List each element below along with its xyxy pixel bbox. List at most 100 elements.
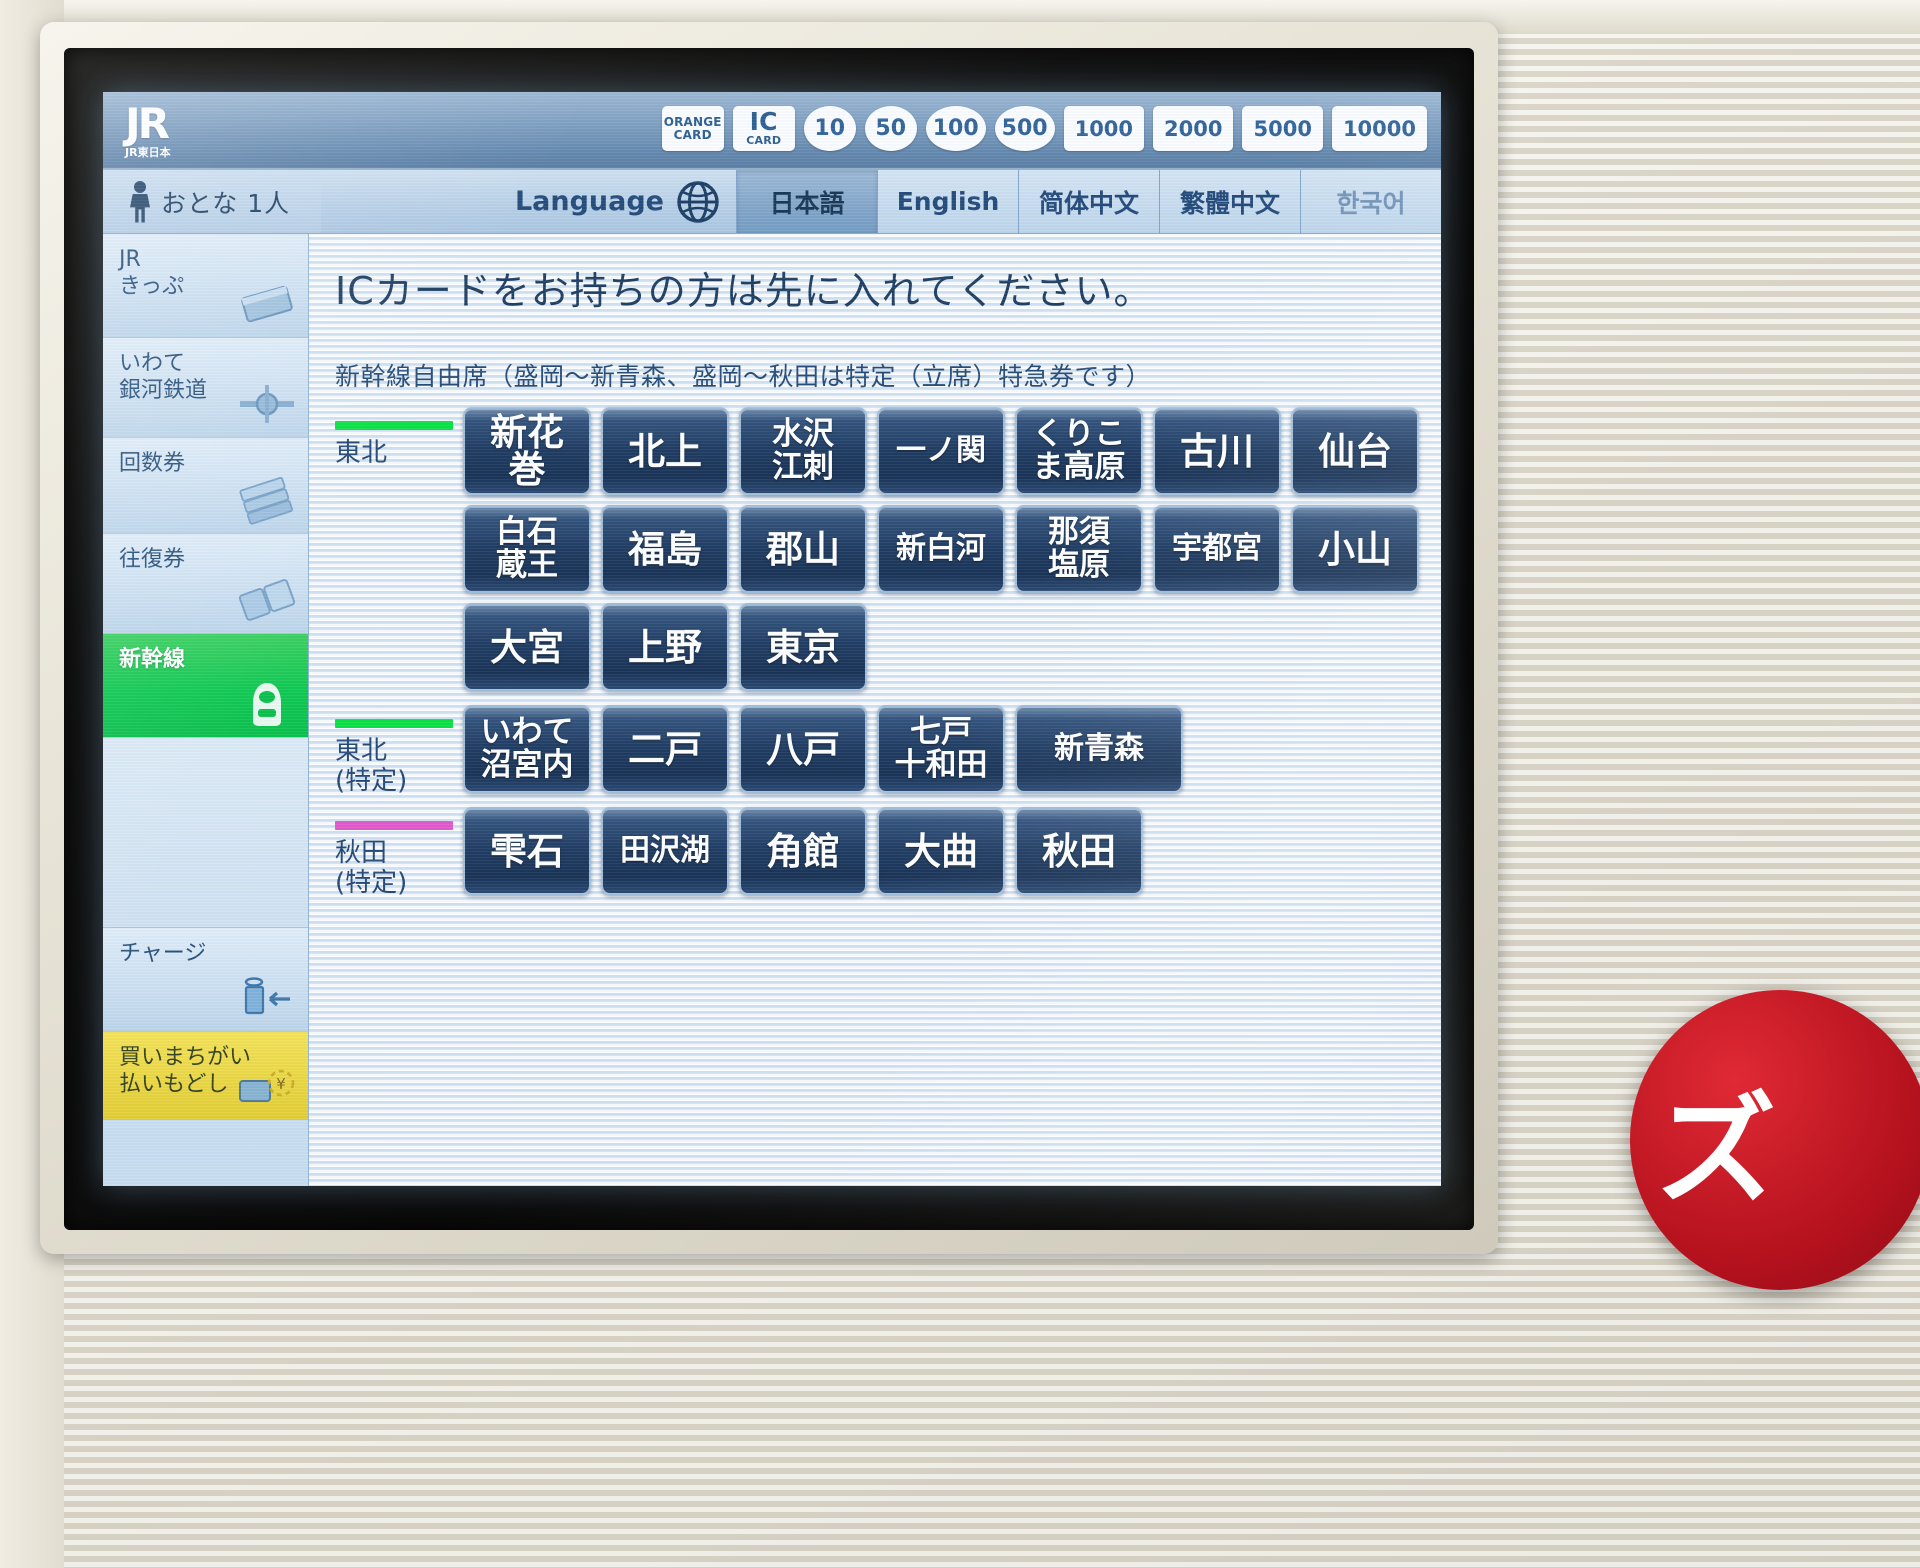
station-row: いわて 沼宮内 二戸 八戸 七戸 十和田 新青森 [463,705,1419,793]
group-label-tohoku: 東北 [335,407,463,468]
station-button-ueno[interactable]: 上野 [601,603,729,691]
ic-card-line2: CARD [746,134,782,147]
group-line-tohoku-tokutei [335,719,453,728]
header-bar: JR JR東日本 ORANGE CARD IC CARD 10 50 100 5… [103,92,1441,170]
coin-badge-100: 100 [925,106,986,151]
tab-simplified-chinese[interactable]: 简体中文 [1018,170,1159,233]
station-group-tohoku: 東北 新花巻 北上 水沢 江刺 一ノ関 くりこ ま高原 古川 仙台 白石 蔵王 … [335,407,1419,701]
passenger-indicator[interactable]: おとな 1人 [103,170,321,233]
station-button-omiya[interactable]: 大宮 [463,603,591,691]
station-button-tokyo[interactable]: 東京 [739,603,867,691]
ic-card-badge: IC CARD [732,106,795,151]
tab-traditional-chinese[interactable]: 繁體中文 [1159,170,1300,233]
station-button-kitakami[interactable]: 北上 [601,407,729,495]
group-label-text-tohoku: 東北 [335,438,388,468]
orange-card-line1: ORANGE [663,114,722,129]
red-sign-text: ズ [1656,1082,1776,1221]
station-button-shichinohe-towada[interactable]: 七戸 十和田 [877,705,1005,793]
station-row: 白石 蔵王 福島 郡山 新白河 那須 塩原 宇都宮 小山 [463,505,1419,593]
coin-badge-50: 50 [864,106,917,151]
station-button-fukushima[interactable]: 福島 [601,505,729,593]
screen-body: JR きっぷ いわて 銀河鉄道 回数券 往復券 新幹線 チャージ 買いまちがい … [103,234,1441,1186]
sidebar-item-charge[interactable]: チャージ [103,928,308,1032]
accepted-payments: ORANGE CARD IC CARD 10 50 100 500 1000 2… [661,106,1427,151]
station-rows-tohoku-tokutei: いわて 沼宮内 二戸 八戸 七戸 十和田 新青森 [463,705,1419,803]
touchscreen[interactable]: JR JR東日本 ORANGE CARD IC CARD 10 50 100 5… [103,92,1441,1186]
station-button-akita[interactable]: 秋田 [1015,807,1143,895]
jr-logo: JR JR東日本 [125,102,229,160]
coin-badge-500: 500 [994,106,1055,151]
sidebar-item-label-jr-ticket: JR きっぷ [119,247,185,299]
orange-card-badge: ORANGE CARD [661,106,724,151]
group-line-akita-tokutei [335,821,453,830]
station-button-shin-hanamaki[interactable]: 新花巻 [463,407,591,495]
person-icon [129,180,151,223]
sidebar-item-kaisuken[interactable]: 回数券 [103,438,308,534]
railway-line-icon [240,385,294,423]
station-row: 大宮 上野 東京 [463,603,1419,691]
charge-icon [244,977,290,1015]
refund-icon: ¥ [239,1069,295,1102]
station-button-kurikoma-kogen[interactable]: くりこ ま高原 [1015,407,1143,495]
station-group-akita-tokutei: 秋田 (特定) 雫石 田沢湖 角館 大曲 秋田 [335,807,1419,905]
sidebar-item-refund[interactable]: 買いまちがい 払いもどし ¥ [103,1032,308,1120]
station-button-koriyama[interactable]: 郡山 [739,505,867,593]
language-bar: おとな 1人 Language 日本語 English 简体中文 繁體中文 한국… [103,170,1441,234]
station-button-mizusawa-esashi[interactable]: 水沢 江刺 [739,407,867,495]
ticket-card-icon [241,285,293,323]
station-button-nasu-shiobara[interactable]: 那須 塩原 [1015,505,1143,593]
note-badge-2000: 2000 [1153,106,1234,151]
language-label: Language [514,186,664,217]
shinkansen-icon [253,683,281,726]
ic-card-line1: IC [749,107,778,136]
sidebar-item-label-shinkansen: 新幹線 [119,647,186,672]
jr-logo-mark: JR [125,99,170,148]
sidebar-menu: JR きっぷ いわて 銀河鉄道 回数券 往復券 新幹線 チャージ 買いまちがい … [103,234,309,1186]
station-button-ninohe[interactable]: 二戸 [601,705,729,793]
round-trip-icon [238,579,296,621]
station-button-sendai[interactable]: 仙台 [1291,407,1419,495]
sidebar-item-label-refund: 買いまちがい 払いもどし [119,1045,252,1097]
station-button-iwate-numakunai[interactable]: いわて 沼宮内 [463,705,591,793]
station-button-utsunomiya[interactable]: 宇都宮 [1153,505,1281,593]
station-button-omagari[interactable]: 大曲 [877,807,1005,895]
sidebar-item-label-ofukuken: 往復券 [119,547,186,572]
sidebar-item-label-charge: チャージ [119,941,207,966]
sidebar-item-label-iwate-ginga: いわて 銀河鉄道 [119,351,208,403]
station-row: 新花巻 北上 水沢 江刺 一ノ関 くりこ ま高原 古川 仙台 [463,407,1419,495]
jr-logo-subtitle: JR東日本 [125,146,171,159]
station-button-tazawako[interactable]: 田沢湖 [601,807,729,895]
station-button-kakunodate[interactable]: 角館 [739,807,867,895]
sidebar-item-label-kaisuken: 回数券 [119,451,186,476]
language-label-group: Language [321,170,736,233]
coin-badge-10: 10 [803,106,856,151]
sidebar-item-jr-ticket[interactable]: JR きっぷ [103,234,308,338]
globe-icon [677,180,719,223]
passenger-count-label: おとな 1人 [161,188,291,218]
sidebar-item-shinkansen[interactable]: 新幹線 [103,634,308,738]
group-label-text-tohoku-tokutei: 東北 (特定) [335,736,408,796]
red-circular-sign: ズ [1630,990,1920,1290]
station-button-furukawa[interactable]: 古川 [1153,407,1281,495]
station-button-shizukuishi[interactable]: 雫石 [463,807,591,895]
sidebar-item-ofukuken[interactable]: 往復券 [103,534,308,634]
note-badge-5000: 5000 [1242,106,1323,151]
station-button-oyama[interactable]: 小山 [1291,505,1419,593]
station-button-ichinoseki[interactable]: 一ノ関 [877,407,1005,495]
orange-card-line2: CARD [673,127,712,142]
note-badge-1000: 1000 [1063,106,1145,151]
station-button-shiroishi-zao[interactable]: 白石 蔵王 [463,505,591,593]
group-label-text-akita-tokutei: 秋田 (特定) [335,838,408,898]
station-button-shin-shirakawa[interactable]: 新白河 [877,505,1005,593]
station-group-tohoku-tokutei: 東北 (特定) いわて 沼宮内 二戸 八戸 七戸 十和田 新青森 [335,705,1419,803]
sidebar-item-iwate-ginga-railway[interactable]: いわて 銀河鉄道 [103,338,308,438]
station-button-hachinohe[interactable]: 八戸 [739,705,867,793]
tab-korean[interactable]: 한국어 [1300,170,1441,233]
station-button-shin-aomori[interactable]: 新青森 [1015,705,1183,793]
tab-english[interactable]: English [877,170,1018,233]
group-line-tohoku [335,421,453,430]
svg-text:¥: ¥ [276,1075,286,1093]
tab-japanese[interactable]: 日本語 [736,170,877,233]
coupon-stack-icon [239,476,293,525]
sidebar-item-empty [103,738,308,928]
